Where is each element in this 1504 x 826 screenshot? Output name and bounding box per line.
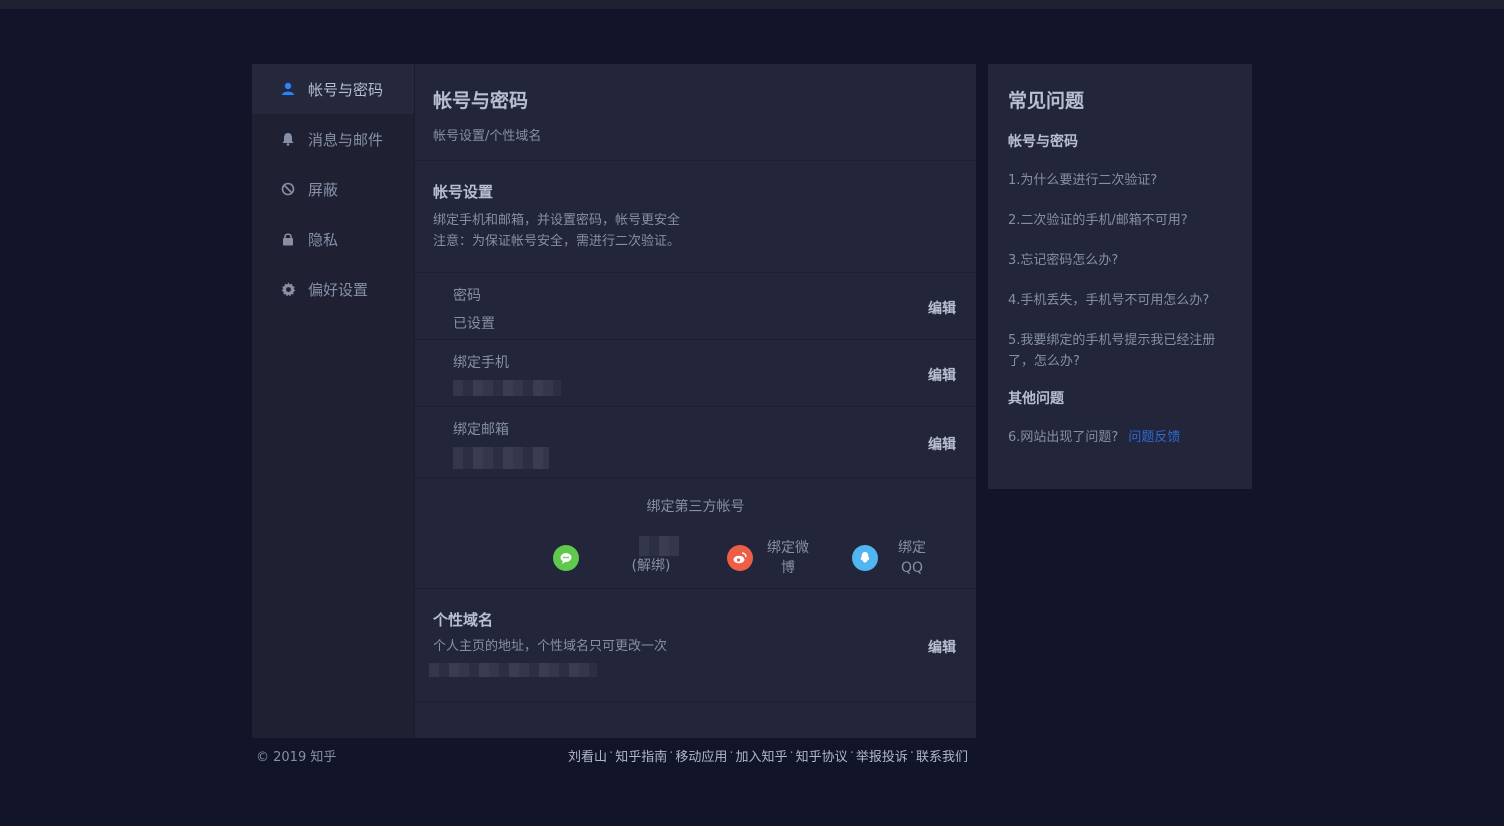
domain-desc: 个人主页的地址，个性域名只可更改一次 — [433, 639, 668, 654]
wechat-icon — [553, 545, 579, 571]
edit-phone-button[interactable]: 编辑 — [928, 365, 956, 385]
weibo-binding[interactable]: 绑定微 博 — [727, 538, 809, 578]
footer-separator: · — [849, 746, 854, 761]
phone-row: 绑定手机 编辑 — [415, 340, 976, 407]
footer-link[interactable]: 加入知乎 — [736, 746, 788, 765]
sidebar: 帐号与密码 消息与邮件 屏蔽 隐私 偏好设置 — [252, 64, 415, 738]
email-label: 绑定邮箱 — [453, 422, 509, 438]
footer-link[interactable]: 举报投诉 — [856, 746, 908, 765]
faq-title: 常见问题 — [1008, 90, 1085, 112]
top-bar — [0, 0, 1504, 9]
sidebar-item-preferences[interactable]: 偏好设置 — [252, 264, 414, 314]
qq-icon — [852, 545, 878, 571]
account-settings-desc: 绑定手机和邮箱，并设置密码，帐号更安全 注意：为保证帐号安全，需进行二次验证。 — [433, 210, 958, 252]
main-header: 帐号与密码 帐号设置/个性域名 — [415, 64, 976, 161]
bell-icon — [280, 131, 296, 147]
qq-binding[interactable]: 绑定 QQ — [852, 538, 926, 578]
edit-domain-button[interactable]: 编辑 — [928, 637, 956, 657]
user-icon — [280, 81, 296, 97]
sidebar-item-label: 消息与邮件 — [308, 130, 384, 149]
lock-icon — [280, 231, 296, 247]
phone-value — [453, 380, 956, 400]
qq-info: 绑定 QQ — [898, 538, 926, 578]
password-row: 密码 已设置 编辑 — [415, 273, 976, 340]
qq-label-line-2: QQ — [900, 560, 924, 576]
third-party-section: 绑定第三方帐号 (解绑) 绑定微 博 绑定 QQ — [415, 478, 976, 589]
account-desc-line-2: 注意：为保证帐号安全，需进行二次验证。 — [433, 234, 681, 249]
faq-item[interactable]: 5.我要绑定的手机号提示我已经注册了，怎么办? — [1008, 330, 1232, 372]
domain-title: 个性域名 — [433, 611, 494, 629]
domain-section: 个性域名 个人主页的地址，个性域名只可更改一次 编辑 — [415, 589, 976, 702]
weibo-label-line-1: 绑定微 — [767, 540, 809, 556]
weibo-info: 绑定微 博 — [767, 538, 809, 578]
gear-icon — [280, 281, 296, 297]
footer-link[interactable]: 刘看山 — [568, 746, 607, 765]
domain-redacted — [429, 663, 597, 677]
qq-label-line-1: 绑定 — [898, 540, 926, 556]
email-row: 绑定邮箱 编辑 — [415, 407, 976, 478]
edit-email-button[interactable]: 编辑 — [928, 434, 956, 454]
sidebar-item-label: 隐私 — [308, 230, 339, 249]
footer-copyright: © 2019 知乎 — [256, 750, 337, 765]
sidebar-item-block[interactable]: 屏蔽 — [252, 164, 414, 214]
sidebar-item-account[interactable]: 帐号与密码 — [252, 64, 414, 114]
footer-links: 刘看山 · 知乎指南 · 移动应用 · 加入知乎 · 知乎协议 · 举报投诉 · 联系我们 — [568, 746, 968, 765]
sidebar-item-label: 屏蔽 — [308, 180, 339, 199]
wechat-binding[interactable]: (解绑) — [553, 536, 679, 578]
sidebar-item-messages[interactable]: 消息与邮件 — [252, 114, 414, 164]
page-subtitle: 帐号设置/个性域名 — [433, 129, 542, 144]
footer-link[interactable]: 联系我们 — [916, 746, 968, 765]
faq-other-text: 6.网站出现了问题? — [1008, 430, 1119, 445]
block-icon — [280, 181, 296, 197]
third-party-title: 绑定第三方帐号 — [646, 499, 745, 515]
footer-link[interactable]: 知乎指南 — [615, 746, 667, 765]
faq-item[interactable]: 2.二次验证的手机/邮箱不可用? — [1008, 210, 1232, 231]
account-settings-section: 帐号设置 绑定手机和邮箱，并设置密码，帐号更安全 注意：为保证帐号安全，需进行二… — [415, 161, 976, 252]
account-settings-title: 帐号设置 — [433, 183, 494, 201]
faq-account-title: 帐号与密码 — [1008, 134, 1078, 150]
footer-separator: · — [729, 746, 734, 761]
page-title: 帐号与密码 — [433, 90, 529, 112]
wechat-redacted — [639, 536, 679, 556]
faq-other-title: 其他问题 — [1008, 391, 1064, 407]
sidebar-item-privacy[interactable]: 隐私 — [252, 214, 414, 264]
account-rows: 密码 已设置 编辑 绑定手机 编辑 绑定邮箱 编辑 — [415, 272, 976, 478]
footer-separator: · — [909, 746, 914, 761]
footer-link[interactable]: 知乎协议 — [796, 746, 848, 765]
sidebar-item-label: 偏好设置 — [308, 280, 369, 299]
email-redacted — [453, 447, 549, 469]
wechat-unbind-link[interactable]: (解绑) — [623, 556, 679, 576]
faq-card: 常见问题 帐号与密码 1.为什么要进行二次验证? 2.二次验证的手机/邮箱不可用… — [988, 64, 1252, 489]
weibo-icon — [727, 545, 753, 571]
settings-card: 帐号与密码 消息与邮件 屏蔽 隐私 偏好设置 帐号与密码 帐号设置/个性域名 帐… — [252, 64, 976, 738]
footer-separator: · — [609, 746, 614, 761]
faq-other-item: 6.网站出现了问题? 问题反馈 — [1008, 427, 1232, 448]
faq-item[interactable]: 3.忘记密码怎么办? — [1008, 250, 1232, 271]
footer-separator: · — [789, 746, 794, 761]
faq-item[interactable]: 1.为什么要进行二次验证? — [1008, 170, 1232, 191]
footer-link[interactable]: 移动应用 — [675, 746, 727, 765]
sidebar-item-label: 帐号与密码 — [308, 80, 384, 99]
faq-item[interactable]: 4.手机丢失，手机号不可用怎么办? — [1008, 290, 1232, 311]
phone-label: 绑定手机 — [453, 355, 509, 371]
password-value: 已设置 — [453, 316, 495, 332]
account-desc-line-1: 绑定手机和邮箱，并设置密码，帐号更安全 — [433, 213, 681, 228]
edit-password-button[interactable]: 编辑 — [928, 298, 956, 318]
wechat-info: (解绑) — [623, 536, 679, 576]
email-value — [453, 447, 956, 473]
weibo-label-line-2: 博 — [781, 560, 795, 576]
password-label: 密码 — [453, 288, 481, 304]
footer-separator: · — [669, 746, 674, 761]
main-panel: 帐号与密码 帐号设置/个性域名 帐号设置 绑定手机和邮箱，并设置密码，帐号更安全… — [415, 64, 976, 738]
phone-redacted — [453, 380, 561, 396]
feedback-link[interactable]: 问题反馈 — [1128, 430, 1180, 445]
